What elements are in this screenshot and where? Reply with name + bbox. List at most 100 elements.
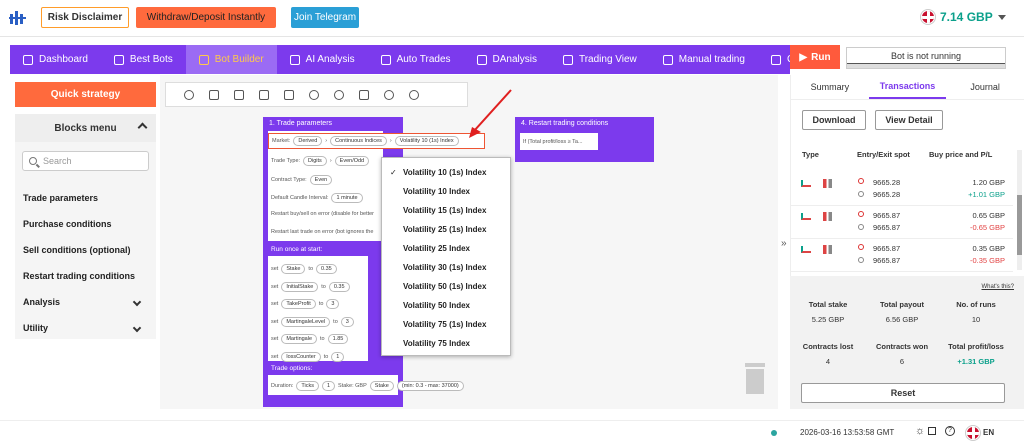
duration-value[interactable]: 1	[321, 381, 336, 391]
transaction-row[interactable]: 9665.28 9665.28 1.20 GBP +1.01 GBP	[791, 173, 1013, 206]
blocks-menu-item[interactable]: Sell conditions (optional)	[15, 237, 156, 263]
variable-select[interactable]: InitialStake	[281, 281, 319, 292]
dropdown-option[interactable]: Volatility 50 Index	[382, 296, 510, 315]
variable-select[interactable]: Stake	[281, 264, 306, 274]
blocks-menu-header[interactable]: Blocks menu	[15, 114, 156, 142]
save-icon[interactable]	[351, 89, 376, 100]
undo-icon[interactable]	[301, 89, 326, 100]
fullscreen-icon[interactable]	[928, 427, 936, 435]
variable-select[interactable]: Martingale	[281, 334, 318, 344]
blocks-menu-item[interactable]: Trade parameters	[15, 185, 156, 211]
app-logo[interactable]	[8, 8, 28, 28]
variable-select[interactable]: MartingaleLevel	[281, 316, 331, 327]
whats-this-link[interactable]: What's this?	[982, 284, 1015, 290]
contract-type-select[interactable]: Even	[309, 175, 333, 185]
variable-value[interactable]: 0.35	[328, 281, 350, 292]
reset-button[interactable]: Reset	[801, 383, 1005, 403]
nav-bot-builder[interactable]: Bot Builder	[185, 45, 277, 74]
chart-icon[interactable]	[251, 89, 276, 100]
variable-value[interactable]: 3	[326, 299, 340, 309]
candle-interval-select[interactable]: 1 minute	[331, 193, 363, 203]
withdraw-deposit-button[interactable]: Withdraw/Deposit Instantly	[136, 7, 276, 28]
run-button[interactable]: ▶ Run	[790, 45, 840, 69]
nav-best-bots[interactable]: Best Bots	[101, 45, 186, 74]
language-selector[interactable]: EN	[983, 428, 994, 437]
collapse-panel-icon[interactable]: »	[781, 238, 787, 249]
tab-transactions[interactable]: Transactions	[868, 75, 947, 99]
blocks-menu-item[interactable]: Purchase conditions	[15, 211, 156, 237]
download-button[interactable]: Download	[802, 110, 866, 130]
contracts-lost-stat: Contracts lost 4	[792, 342, 864, 366]
submarket-select[interactable]: Continuous Indices	[330, 136, 387, 146]
nav-c[interactable]: C	[758, 45, 790, 74]
help-icon[interactable]: ?	[945, 426, 955, 436]
dropdown-option[interactable]: Volatility 10 Index	[382, 182, 510, 201]
uk-flag-icon	[921, 10, 935, 24]
contract-type-label: Contract Type:	[271, 177, 307, 183]
trade-type-category[interactable]: Digits	[303, 156, 327, 166]
dropdown-option[interactable]: Volatility 10 (1s) Index	[382, 163, 510, 182]
folder-open-icon[interactable]	[201, 89, 226, 100]
reset-icon[interactable]	[176, 89, 201, 100]
variable-select[interactable]: TakeProfit	[281, 299, 316, 309]
nav-trading-view[interactable]: Trading View	[550, 45, 650, 74]
account-balance[interactable]: 7.14 GBP	[921, 10, 1006, 24]
zoom-out-icon[interactable]	[401, 89, 426, 100]
nav-danalysis[interactable]: DAnalysis	[464, 45, 550, 74]
dropdown-option[interactable]: Volatility 25 Index	[382, 239, 510, 258]
tab-summary[interactable]: Summary	[791, 75, 869, 99]
market-select[interactable]: Derived	[293, 136, 323, 146]
sort-icon[interactable]	[226, 89, 251, 100]
join-telegram-button[interactable]: Join Telegram	[291, 7, 359, 28]
transactions-scrollbar[interactable]	[1017, 150, 1022, 270]
stake-label: Stake: GBP	[338, 383, 367, 389]
blocks-menu-group[interactable]: Utility	[15, 315, 156, 341]
transaction-row[interactable]: 9665.87 9665.87 0.65 GBP -0.65 GBP	[791, 206, 1013, 239]
trade-type-select[interactable]: Even/Odd	[334, 156, 370, 166]
zoom-in-icon[interactable]	[376, 89, 401, 100]
nav-manual-trading[interactable]: Manual trading	[650, 45, 758, 74]
risk-disclaimer-button[interactable]: Risk Disclaimer	[41, 7, 129, 28]
search-icon	[29, 157, 37, 165]
tab-journal[interactable]: Journal	[946, 75, 1024, 99]
set-variable-row: set Martingale to 1.85	[271, 334, 349, 344]
trash-icon[interactable]	[743, 361, 767, 395]
contracts-won-value: 6	[899, 357, 905, 366]
chevron-up-icon[interactable]	[137, 122, 148, 133]
stake-select[interactable]: Stake	[369, 381, 394, 391]
set-variable-row: set TakeProfit to 3	[271, 299, 340, 309]
nav-auto-trades[interactable]: Auto Trades	[368, 45, 464, 74]
indicator-icon[interactable]	[276, 89, 301, 100]
duration-unit-select[interactable]: Ticks	[296, 381, 319, 391]
quick-strategy-button[interactable]: Quick strategy	[15, 82, 156, 107]
trade-parameters-title: 1. Trade parameters	[269, 120, 333, 127]
dropdown-option[interactable]: Volatility 15 (1s) Index	[382, 201, 510, 220]
brightness-icon[interactable]: ☼	[915, 425, 925, 437]
variable-value[interactable]: 1	[331, 351, 345, 362]
blocks-search-input[interactable]: Search	[22, 151, 149, 171]
transaction-row[interactable]: 9665.87 9665.87 0.35 GBP -0.35 GBP	[791, 239, 1013, 272]
redo-icon[interactable]	[326, 89, 351, 100]
dropdown-option[interactable]: Volatility 25 (1s) Index	[382, 220, 510, 239]
chevron-down-icon	[997, 14, 1006, 20]
nav-dashboard[interactable]: Dashboard	[10, 45, 101, 74]
restart-condition[interactable]: If (Total profit/loss ≥ Ta...	[523, 139, 582, 145]
variable-value[interactable]: 0.35	[316, 264, 337, 274]
blocks-menu-group[interactable]: Analysis	[15, 289, 156, 315]
symbol-dropdown: Volatility 10 (1s) IndexVolatility 10 In…	[381, 157, 511, 356]
view-detail-button[interactable]: View Detail	[875, 110, 943, 130]
variable-select[interactable]: lossCounter	[281, 351, 321, 362]
chevron-down-icon[interactable]	[132, 323, 142, 333]
dropdown-option[interactable]: Volatility 75 Index	[382, 334, 510, 353]
entry-spot: 9665.87	[873, 244, 901, 253]
set-label: set	[271, 301, 279, 307]
chevron-down-icon[interactable]	[132, 297, 142, 307]
nav-ai-analysis[interactable]: AI Analysis	[277, 45, 368, 74]
dropdown-option[interactable]: Volatility 30 (1s) Index	[382, 258, 510, 277]
dropdown-option[interactable]: Volatility 75 (1s) Index	[382, 315, 510, 334]
variable-value[interactable]: 3	[340, 316, 354, 327]
contracts-lost-label: Contracts lost	[802, 342, 854, 351]
dropdown-option[interactable]: Volatility 50 (1s) Index	[382, 277, 510, 296]
variable-value[interactable]: 1.85	[327, 334, 349, 344]
blocks-menu-item[interactable]: Restart trading conditions	[15, 263, 156, 289]
